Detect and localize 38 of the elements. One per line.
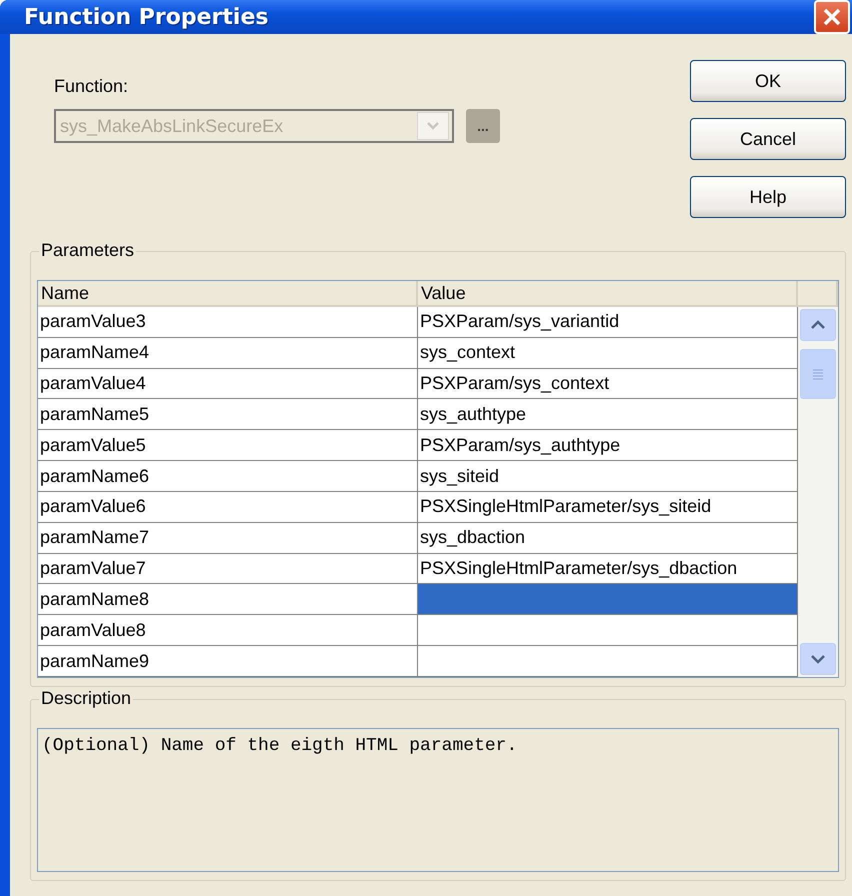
chevron-up-icon [810,320,826,330]
table-cell[interactable]: sys_siteid [418,461,798,492]
table-cell: paramName9 [38,646,418,677]
chevron-down-icon [810,654,826,664]
table-cell: paramValue6 [38,492,418,523]
table-cell[interactable]: PSXSingleHtmlParameter/sys_dbaction [418,554,798,584]
table-cell: paramValue8 [38,615,418,646]
table-cell[interactable]: PSXParam/sys_variantid [418,307,798,338]
table-cell: paramValue4 [38,368,418,400]
table-cell: paramValue7 [38,554,418,584]
table-cell[interactable] [418,615,798,646]
table-cell: paramName5 [38,399,418,430]
table-cell: paramName4 [38,338,418,369]
description-text: (Optional) Name of the eigth HTML parameter. [42,736,518,756]
dialog-button[interactable]: OK [690,60,846,102]
table-cell[interactable]: PSXSingleHtmlParameter/sys_siteid [418,492,798,523]
scroll-thumb[interactable] [800,349,836,399]
scroll-up-button[interactable] [800,309,836,341]
table-cell[interactable]: PSXParam/sys_authtype [418,430,798,462]
close-button[interactable] [814,0,850,34]
scroll-down-button[interactable] [800,643,836,675]
function-label: Function: [54,76,130,97]
table-cell: paramName6 [38,461,418,492]
window-title: Function Properties [24,4,268,30]
dialog-button[interactable]: Cancel [690,118,846,160]
close-icon [822,7,842,27]
table-cell[interactable] [418,646,798,677]
table-cell: paramValue5 [38,430,418,462]
table-cell: paramName8 [38,584,418,616]
table-cell[interactable]: sys_authtype [418,399,798,430]
table-cell: paramValue3 [38,307,418,338]
table-cell[interactable]: sys_context [418,338,798,369]
group-title: Description [39,688,134,709]
table-cell[interactable]: sys_dbaction [418,522,798,554]
table-cell[interactable]: PSXParam/sys_context [418,368,798,400]
table-cell[interactable] [418,584,798,616]
table-cell: paramName7 [38,522,418,554]
dialog-button[interactable]: Help [690,176,846,218]
